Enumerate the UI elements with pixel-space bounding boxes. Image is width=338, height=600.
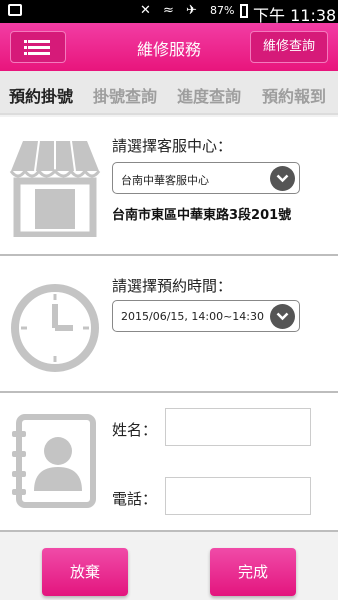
phone-label: 電話： (112, 490, 158, 508)
tab-bar: 預約掛號 掛號查詢 進度查詢 預約報到 (0, 71, 338, 115)
clock-icon (11, 284, 99, 372)
battery-icon (240, 4, 248, 18)
appointment-time-section: 請選擇預約時間： 2015/06/15, 14:00~14:30 (0, 256, 338, 391)
service-center-section: 請選擇客服中心： 台南中華客服中心 (0, 117, 338, 254)
contact-section: 姓名： 電話： (0, 393, 338, 530)
service-center-dropdown[interactable]: 台南中華客服中心 (112, 162, 300, 194)
service-center-address: 台南市東區中華東路3段201號 (112, 208, 292, 223)
tab-booking[interactable]: 預約掛號 (9, 83, 73, 107)
name-label: 姓名： (112, 421, 158, 439)
signal-icons: ✕ ≈ ✈ (140, 3, 201, 18)
done-button[interactable]: 完成 (210, 548, 296, 596)
app-header: 維修服務 維修查詢 (0, 23, 338, 71)
name-input[interactable] (165, 408, 311, 446)
service-center-label: 請選擇客服中心： (112, 137, 233, 155)
chevron-down-icon (270, 304, 295, 329)
chevron-down-icon (270, 166, 295, 191)
cancel-button[interactable]: 放棄 (42, 548, 128, 596)
section-divider (0, 530, 338, 532)
appointment-time-value: 2015/06/15, 14:00~14:30 (121, 310, 265, 323)
tab-progress-query[interactable]: 進度查詢 (177, 83, 241, 107)
tab-check-in[interactable]: 預約報到 (262, 83, 326, 107)
tab-booking-query[interactable]: 掛號查詢 (93, 83, 157, 107)
repair-query-button[interactable]: 維修查詢 (250, 31, 328, 63)
contact-book-icon (12, 414, 96, 508)
status-bar: ✕ ≈ ✈ 87% 下午 11:38 (0, 0, 338, 25)
store-icon (9, 140, 101, 237)
phone-input[interactable] (165, 477, 311, 515)
service-center-value: 台南中華客服中心 (121, 174, 209, 187)
battery-level: 87% (210, 4, 235, 17)
gallery-icon (8, 4, 22, 16)
appointment-time-label: 請選擇預約時間： (112, 277, 233, 295)
appointment-time-dropdown[interactable]: 2015/06/15, 14:00~14:30 (112, 300, 300, 332)
